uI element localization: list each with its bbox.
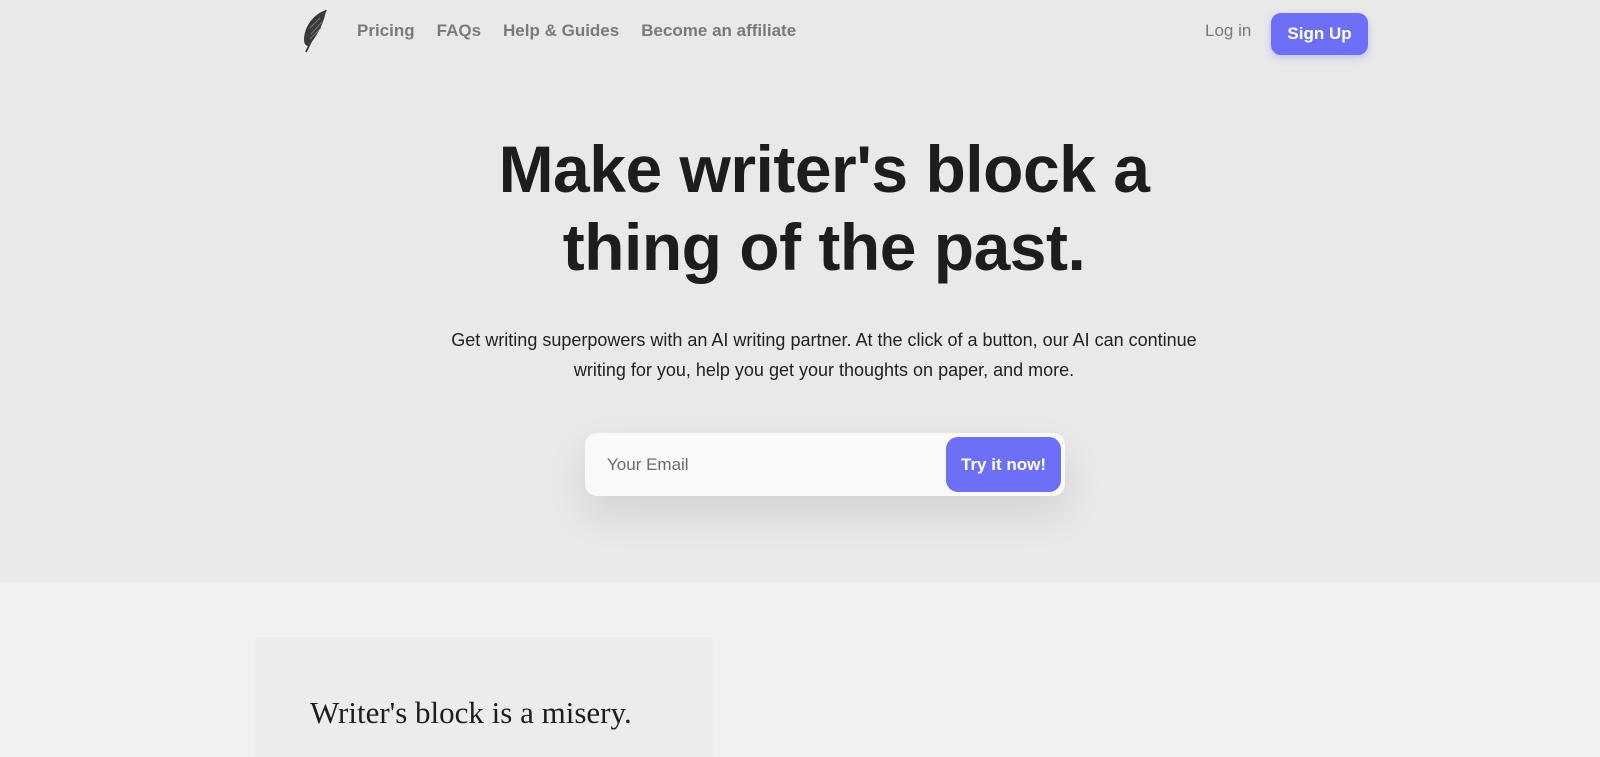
hero-subtext-line-1: Get writing superpowers with an AI writi… [451,330,1197,350]
nav-link-affiliate[interactable]: Become an affiliate [641,21,796,41]
nav-link-faqs[interactable]: FAQs [437,21,481,41]
quill-feather-icon[interactable] [300,8,330,54]
card-title: Writer's block is a misery. [310,695,632,730]
top-nav: Pricing FAQs Help & Guides Become an aff… [0,0,1600,68]
nav-link-pricing[interactable]: Pricing [357,21,415,41]
hero-headline-line-1: Make writer's block a [498,132,1150,206]
hero-subtext: Get writing superpowers with an AI writi… [400,325,1248,385]
feature-card: Writer's block is a misery. [255,637,713,757]
signup-button[interactable]: Sign Up [1271,13,1368,55]
hero-headline-line-2: thing of the past. [562,210,1086,284]
hero-section: Pricing FAQs Help & Guides Become an aff… [0,0,1600,582]
login-link[interactable]: Log in [1205,21,1251,41]
hero-headline: Make writer's block a thing of the past. [400,130,1248,286]
signup-form: Try it now! [585,433,1065,496]
hero-subtext-line-2: writing for you, help you get your thoug… [573,360,1075,380]
nav-link-help-guides[interactable]: Help & Guides [503,21,619,41]
nav-links: Pricing FAQs Help & Guides Become an aff… [357,21,796,41]
try-it-now-button[interactable]: Try it now! [946,437,1061,492]
email-input[interactable] [607,433,927,496]
